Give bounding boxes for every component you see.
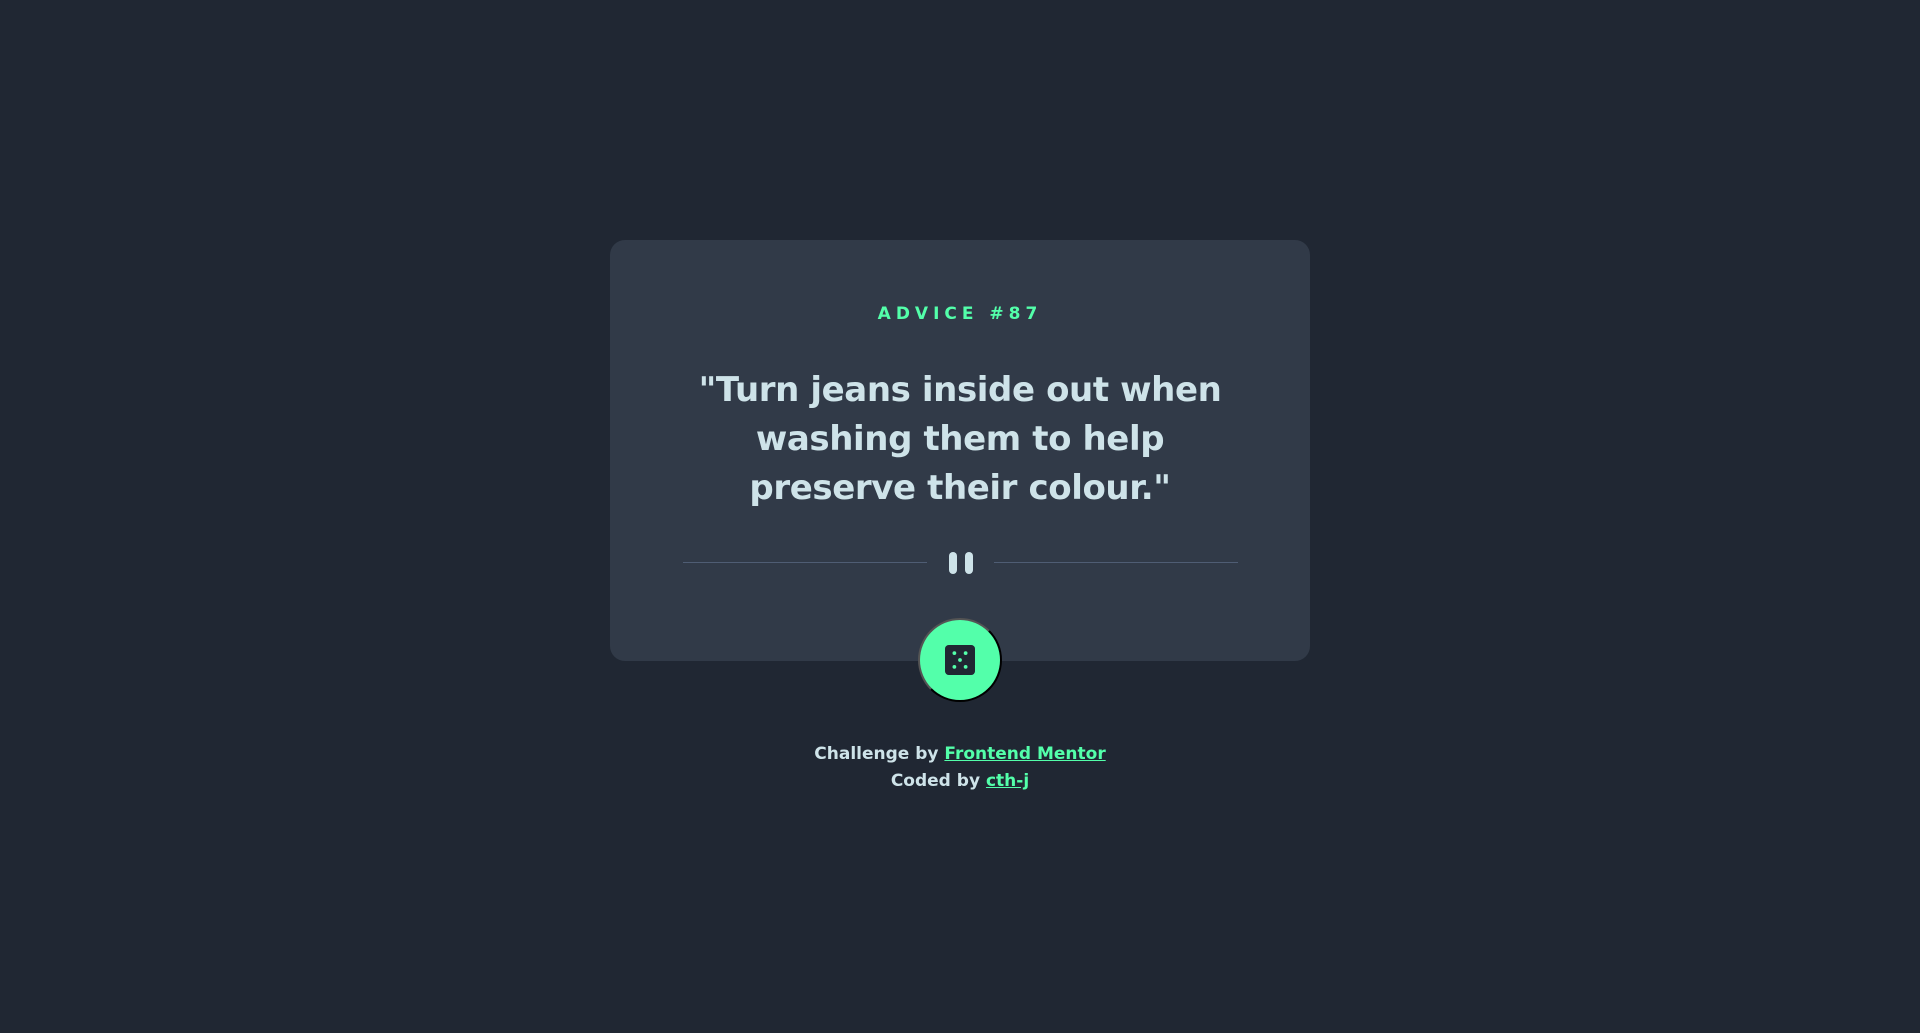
generate-advice-button[interactable]	[918, 618, 1002, 702]
pause-bar-left	[949, 552, 957, 574]
advice-card: ADVICE #87 "Turn jeans inside out when w…	[610, 240, 1310, 661]
divider-line-left	[683, 562, 927, 563]
challenge-credit: Challenge by Frontend Mentor	[0, 741, 1920, 768]
pause-bar-right	[965, 552, 973, 574]
challenge-prefix: Challenge by	[814, 744, 939, 764]
frontend-mentor-link[interactable]: Frontend Mentor	[944, 744, 1105, 764]
pause-icon	[947, 552, 975, 574]
coded-prefix: Coded by	[890, 771, 981, 791]
advice-quote: "Turn jeans inside out when washing them…	[698, 370, 1222, 508]
coder-credit: Coded by cth-j	[0, 768, 1920, 795]
advice-id: ADVICE #87	[877, 304, 1043, 324]
dice-icon	[945, 645, 975, 675]
divider-line-right	[994, 562, 1238, 563]
coder-link[interactable]: cth-j	[986, 771, 1029, 791]
divider	[683, 552, 1238, 574]
attribution: Challenge by Frontend Mentor Coded by ct…	[0, 741, 1920, 795]
